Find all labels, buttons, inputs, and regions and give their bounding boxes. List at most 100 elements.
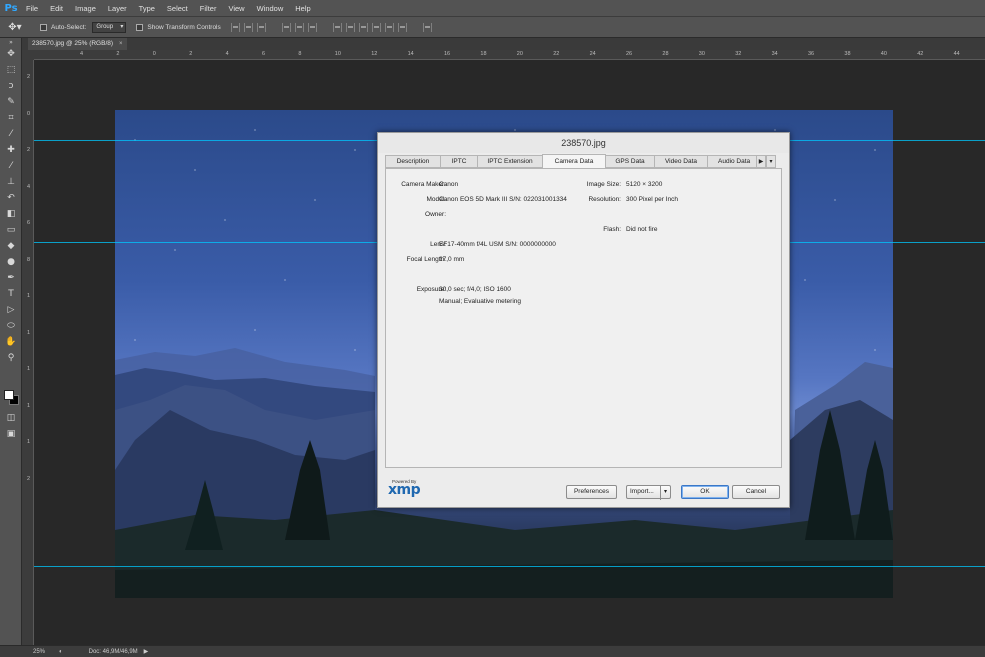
type-tool-icon[interactable]: T [0, 286, 22, 302]
menu-filter[interactable]: Filter [194, 0, 223, 17]
import-button[interactable]: Import... ▾ [626, 485, 671, 500]
quick-mask-icon[interactable]: ◫ [0, 410, 22, 426]
distribute-bottom-icon[interactable] [358, 22, 368, 32]
align-bottom-icon[interactable] [256, 22, 266, 32]
auto-align-icon[interactable] [422, 22, 432, 32]
guide-line[interactable] [34, 566, 985, 567]
ruler-origin[interactable] [22, 50, 34, 60]
align-hcenter-icon[interactable] [294, 22, 304, 32]
align-right-icon[interactable] [307, 22, 317, 32]
exposure-value: 30,0 sec; f/4,0; ISO 1600 [439, 286, 511, 293]
tab-scroll-right-icon[interactable]: ▶ [756, 155, 766, 168]
screen-mode-icon[interactable]: ▣ [0, 426, 22, 442]
align-left-icon[interactable] [281, 22, 291, 32]
menu-help[interactable]: Help [289, 0, 316, 17]
ruler-tick-label: 42 [917, 51, 924, 57]
menu-type[interactable]: Type [133, 0, 161, 17]
ruler-tick-label: 30 [698, 51, 705, 57]
show-transform-checkbox[interactable]: Show Transform Controls [136, 23, 221, 31]
lasso-tool-icon[interactable]: ↄ [0, 78, 22, 94]
auto-select-label: Auto-Select: [51, 23, 87, 31]
flash-value: Did not fire [626, 226, 658, 233]
show-transform-check[interactable] [136, 23, 144, 31]
auto-select-check[interactable] [40, 23, 47, 31]
distribute-right-icon[interactable] [397, 22, 407, 32]
ruler-tick-label: 1 [27, 439, 31, 445]
document-tab[interactable]: 238570.jpg @ 25% (RGB/8) × [28, 38, 127, 50]
menu-edit[interactable]: Edit [44, 0, 69, 17]
auto-select-type-dropdown[interactable]: Group [92, 21, 127, 33]
marquee-tool-icon[interactable]: ⬚ [0, 62, 22, 78]
clone-stamp-icon[interactable]: ⊥ [0, 174, 22, 190]
brush-tool-icon[interactable]: ⁄ [0, 158, 22, 174]
ruler-tick-label: 2 [116, 51, 120, 57]
close-icon[interactable]: × [119, 38, 123, 50]
distribute-hcenter-icon[interactable] [384, 22, 394, 32]
crop-tool-icon[interactable]: ⌗ [0, 110, 22, 126]
path-select-icon[interactable]: ▷ [0, 302, 22, 318]
distribute-top-icon[interactable] [332, 22, 342, 32]
status-menu-icon[interactable]: ▶ [144, 648, 149, 655]
tab-iptc-extension[interactable]: IPTC Extension [477, 155, 543, 168]
tab-camera-data[interactable]: Camera Data [542, 154, 606, 168]
model-label: Model: [426, 196, 446, 203]
menu-select[interactable]: Select [161, 0, 194, 17]
ellipse-tool-icon[interactable]: ⬭ [0, 318, 22, 334]
foreground-color-swatch[interactable] [4, 390, 14, 400]
move-tool-icon[interactable]: ✥▾ [0, 17, 30, 38]
menu-window[interactable]: Window [251, 0, 290, 17]
cancel-button[interactable]: Cancel [732, 485, 780, 499]
blur-tool-icon[interactable]: ◆ [0, 238, 22, 254]
healing-brush-icon[interactable]: ✚ [0, 142, 22, 158]
menu-image[interactable]: Image [69, 0, 102, 17]
flash-label: Flash: [603, 226, 621, 233]
zoom-tool-icon[interactable]: ⚲ [0, 350, 22, 366]
zoom-level[interactable]: 25% [33, 649, 45, 655]
quick-select-icon[interactable]: ✎ [0, 94, 22, 110]
exposure-mode-value: Manual; Evaluative metering [439, 298, 522, 305]
ruler-tick-label: 28 [662, 51, 669, 57]
gradient-tool-icon[interactable]: ▭ [0, 222, 22, 238]
tab-iptc[interactable]: IPTC [440, 155, 478, 168]
tab-description[interactable]: Description [385, 155, 441, 168]
pen-tool-icon[interactable]: ✒ [0, 270, 22, 286]
tab-audio-data[interactable]: Audio Data [707, 155, 757, 168]
ruler-tick-label: 36 [808, 51, 815, 57]
tools-panel: » ✥ ⬚ ↄ ✎ ⌗ ⁄ ✚ ⁄ ⊥ ↶ ◧ ▭ ◆ ● ✒ T ▷ ⬭ ✋ … [0, 38, 22, 645]
dodge-tool-icon[interactable]: ● [0, 254, 22, 270]
distribute-vcenter-icon[interactable] [345, 22, 355, 32]
panel-collapse-icon[interactable]: » [0, 38, 22, 46]
dialog-tabs: Description IPTC IPTC Extension Camera D… [385, 154, 782, 169]
auto-select-checkbox[interactable]: Auto-Select: [40, 23, 87, 31]
tab-gps-data[interactable]: GPS Data [605, 155, 655, 168]
import-dropdown-icon[interactable]: ▾ [660, 486, 670, 500]
hand-tool-icon[interactable]: ✋ [0, 334, 22, 350]
history-brush-icon[interactable]: ↶ [0, 190, 22, 206]
distribute-left-icon[interactable] [371, 22, 381, 32]
document-tab-title: 238570.jpg @ 25% (RGB/8) [32, 40, 114, 47]
ruler-tick-label: 2 [27, 147, 31, 153]
tab-video-data[interactable]: Video Data [654, 155, 708, 168]
ruler-tick-label: 1 [27, 293, 31, 299]
photoshop-logo-icon[interactable]: Ps [2, 0, 20, 17]
ok-button[interactable]: OK [681, 485, 729, 499]
preferences-button[interactable]: Preferences [566, 485, 617, 499]
status-bar: 25% ◐ Doc: 46,9M/46,9M ▶ [0, 645, 985, 657]
ruler-tick-label: 2 [189, 51, 193, 57]
ruler-horizontal[interactable]: 4 2 0 2 4 6 8 10 12 14 16 18 20 22 24 26 28 30 32 34 36 38 40 4… [34, 50, 985, 60]
ruler-tick-label: 12 [371, 51, 378, 57]
align-vcenter-icon[interactable] [243, 22, 253, 32]
move-tool-icon[interactable]: ✥ [0, 46, 22, 62]
lens-value: EF17-40mm f/4L USM S/N: 0000000000 [439, 241, 556, 248]
ruler-tick-label: 4 [27, 183, 31, 190]
status-info-icon[interactable]: ◐ [59, 649, 63, 655]
menu-file[interactable]: File [20, 0, 44, 17]
menu-layer[interactable]: Layer [102, 0, 133, 17]
tab-menu-icon[interactable]: ▾ [766, 155, 776, 168]
image-size-label: Image Size: [586, 181, 621, 188]
eraser-icon[interactable]: ◧ [0, 206, 22, 222]
menu-view[interactable]: View [222, 0, 250, 17]
eyedropper-icon[interactable]: ⁄ [0, 126, 22, 142]
ruler-vertical[interactable]: 2 0 2 4 6 8 1 1 1 1 1 2 [22, 60, 34, 645]
align-top-icon[interactable] [230, 22, 240, 32]
